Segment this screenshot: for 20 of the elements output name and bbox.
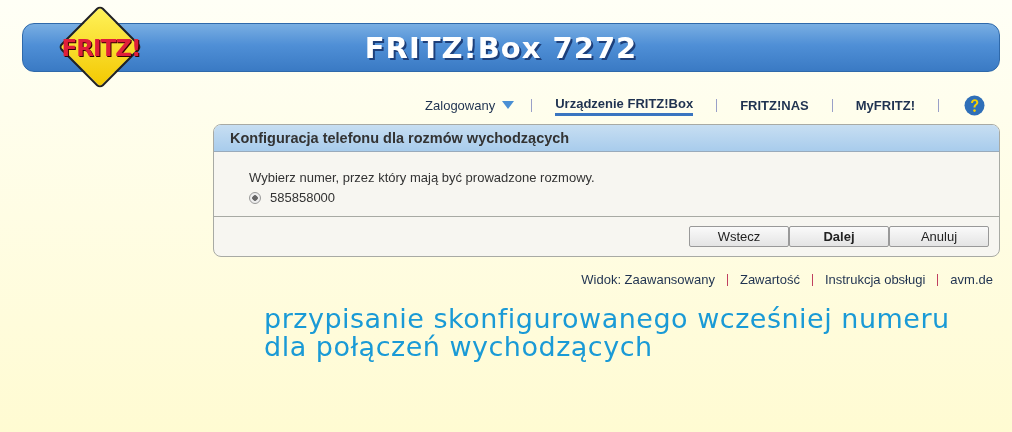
- dialog-button[interactable]: Anuluj: [889, 226, 989, 247]
- product-title: FRITZ!Box 7272: [364, 30, 638, 65]
- nav-tab[interactable]: FRITZ!NAS: [740, 95, 809, 115]
- panel-title: Konfiguracja telefonu dla rozmów wychodzących: [230, 130, 570, 146]
- radio-button[interactable]: [249, 191, 261, 204]
- prompt-text: Wybierz numer, przez który mają być prowadzone rozmowy.: [249, 170, 596, 185]
- caption-text: przypisanie skonfigurowanego wcześniej numeru: [264, 305, 951, 333]
- caret-icon: [502, 101, 515, 109]
- nav-tab[interactable]: Urządzenie FRITZ!Box: [555, 94, 694, 116]
- nav-tab[interactable]: MyFRITZ!: [855, 95, 915, 115]
- caption-text: dla połączeń wychodzących: [264, 333, 653, 361]
- footer-link[interactable]: avm.de: [950, 272, 993, 287]
- dialog-button[interactable]: Wstecz: [689, 226, 789, 247]
- footer-link[interactable]: Widok: Zaawansowany: [581, 272, 715, 287]
- dialog-button[interactable]: Dalej: [789, 226, 889, 247]
- user-menu[interactable]: Zalogowany: [425, 95, 515, 115]
- footer-link[interactable]: Instrukcja obsługi: [824, 272, 926, 287]
- footer-link[interactable]: Zawartość: [739, 272, 800, 287]
- radio-label: 585858000: [270, 190, 336, 205]
- help-icon[interactable]: [964, 94, 985, 116]
